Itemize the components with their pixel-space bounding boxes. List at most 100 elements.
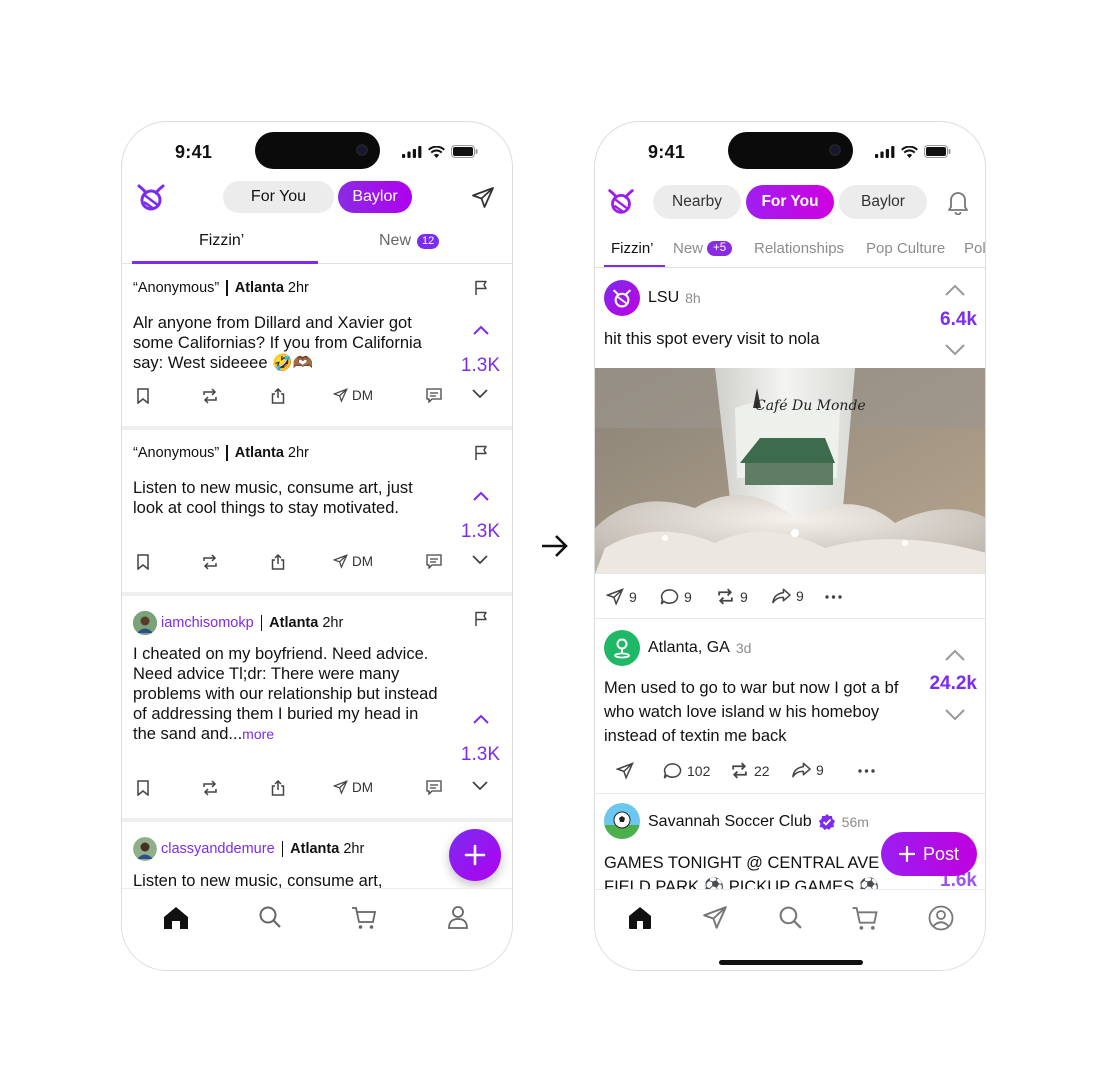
bookmark-icon[interactable] (137, 388, 149, 404)
subtab-new[interactable]: New +5 (673, 240, 733, 257)
vote-count: 24.2k (929, 673, 977, 694)
dm-count: 9 (629, 589, 637, 605)
bell-icon[interactable] (947, 189, 969, 215)
home-icon[interactable] (162, 905, 190, 931)
upvote-icon[interactable] (944, 283, 966, 297)
share-icon[interactable] (271, 554, 285, 570)
share-icon[interactable] (271, 388, 285, 404)
search-icon[interactable] (778, 905, 803, 930)
more-icon[interactable] (825, 595, 842, 599)
send-icon[interactable] (616, 762, 634, 780)
dm-button[interactable]: DM (333, 388, 373, 403)
post-button-label: Post (922, 843, 960, 864)
home-icon[interactable] (627, 905, 653, 931)
status-icons (875, 145, 951, 158)
repost-icon[interactable] (201, 388, 219, 404)
repost-count: 9 (740, 588, 748, 605)
new-count-badge: +5 (707, 241, 733, 256)
repost-icon[interactable] (201, 554, 219, 570)
bookmark-icon[interactable] (137, 780, 149, 796)
subtab-new[interactable]: New 12 (379, 232, 440, 250)
post-header: Savannah Soccer Club 56m (648, 813, 869, 831)
post-author[interactable]: iamchisomokp (161, 615, 254, 631)
subtab-relationships[interactable]: Relationships (754, 240, 844, 257)
comment-icon[interactable] (426, 554, 442, 569)
sub-tabs: Fizzin’ New +5 Relationships Pop Culture … (595, 230, 985, 268)
send-icon[interactable] (702, 905, 728, 931)
app-logo-icon[interactable] (134, 180, 168, 214)
share-icon[interactable] (271, 780, 285, 796)
dm-button[interactable]: 9 (606, 588, 637, 606)
post-button[interactable]: Post (881, 832, 977, 876)
home-indicator (719, 960, 863, 965)
downvote-icon[interactable] (471, 388, 489, 400)
post-actions: 102 22 9 (604, 762, 884, 782)
flag-icon[interactable] (474, 280, 488, 296)
more-icon[interactable] (858, 769, 875, 773)
post-author[interactable]: Atlanta, GA (648, 639, 730, 657)
downvote-icon[interactable] (471, 554, 489, 566)
downvote-icon[interactable] (944, 343, 966, 357)
send-icon[interactable] (471, 186, 495, 210)
signal-icon (402, 145, 422, 158)
cart-icon[interactable] (851, 906, 879, 931)
comment-count: 9 (684, 589, 692, 605)
subtab-politics[interactable]: Pol (964, 240, 985, 257)
more-link[interactable]: more (242, 726, 274, 742)
repost-button[interactable]: 9 (716, 588, 748, 605)
upvote-icon[interactable] (472, 324, 490, 336)
dm-label: DM (352, 554, 373, 569)
repost-button[interactable]: 22 (730, 762, 770, 779)
downvote-icon[interactable] (944, 708, 966, 722)
flag-icon[interactable] (474, 445, 488, 461)
upvote-icon[interactable] (472, 713, 490, 725)
post-author[interactable]: Savannah Soccer Club (648, 813, 812, 831)
profile-icon[interactable] (928, 905, 954, 931)
plus-icon (464, 844, 486, 866)
dm-label: DM (352, 388, 373, 403)
wifi-icon (428, 145, 445, 158)
flag-icon[interactable] (474, 611, 488, 627)
comment-icon[interactable] (426, 388, 442, 403)
app-logo-icon[interactable] (605, 185, 637, 217)
repost-icon[interactable] (201, 780, 219, 796)
downvote-icon[interactable] (471, 780, 489, 792)
upvote-icon[interactable] (944, 648, 966, 662)
tab-nearby[interactable]: Nearby (653, 185, 741, 219)
post-card[interactable]: “Anonymous” Atlanta 2hr Alr anyone from Di… (122, 265, 512, 427)
send-icon (333, 388, 348, 403)
upvote-icon[interactable] (472, 490, 490, 502)
post-time: 3d (735, 640, 752, 656)
repost-icon (718, 588, 733, 605)
tab-for-you[interactable]: For You (746, 185, 834, 219)
post-author[interactable]: LSU (648, 289, 679, 307)
cart-icon[interactable] (351, 906, 377, 930)
comment-icon (660, 589, 679, 605)
compose-fab[interactable] (449, 829, 501, 881)
tab-baylor[interactable]: Baylor (839, 185, 927, 219)
subtab-fizzin[interactable]: Fizzin’ (199, 232, 244, 250)
post-card[interactable]: “Anonymous” Atlanta 2hr Listen to new musi… (122, 430, 512, 592)
avatar (604, 803, 640, 839)
post-card[interactable]: iamchisomokp Atlanta 2hr I cheated on my b… (122, 596, 512, 818)
comment-button[interactable]: 102 (663, 762, 710, 780)
comment-icon[interactable] (426, 780, 442, 795)
share-button[interactable]: 9 (772, 588, 804, 604)
sub-tabs: Fizzin’ New 12 (122, 222, 512, 264)
post-card[interactable]: LSU 8h 6.4k hit this spot every visit to … (595, 269, 986, 619)
dm-button[interactable]: DM (333, 780, 373, 795)
tab-for-you[interactable]: For You (223, 181, 334, 213)
comment-button[interactable]: 9 (660, 588, 692, 606)
post-photo[interactable]: Café Du Monde (595, 368, 986, 574)
share-button[interactable]: 9 (792, 762, 824, 778)
search-icon[interactable] (258, 905, 282, 929)
subtab-pop-culture[interactable]: Pop Culture (866, 240, 945, 257)
post-author[interactable]: classyanddemure (161, 841, 275, 857)
profile-icon[interactable] (447, 905, 469, 929)
comment-count: 102 (687, 763, 711, 779)
subtab-fizzin[interactable]: Fizzin’ (611, 240, 654, 257)
post-card[interactable]: Atlanta, GA 3d 24.2k Men used to go to wa… (595, 619, 985, 794)
bookmark-icon[interactable] (137, 554, 149, 570)
dm-button[interactable]: DM (333, 554, 373, 569)
tab-baylor[interactable]: Baylor (338, 181, 412, 213)
